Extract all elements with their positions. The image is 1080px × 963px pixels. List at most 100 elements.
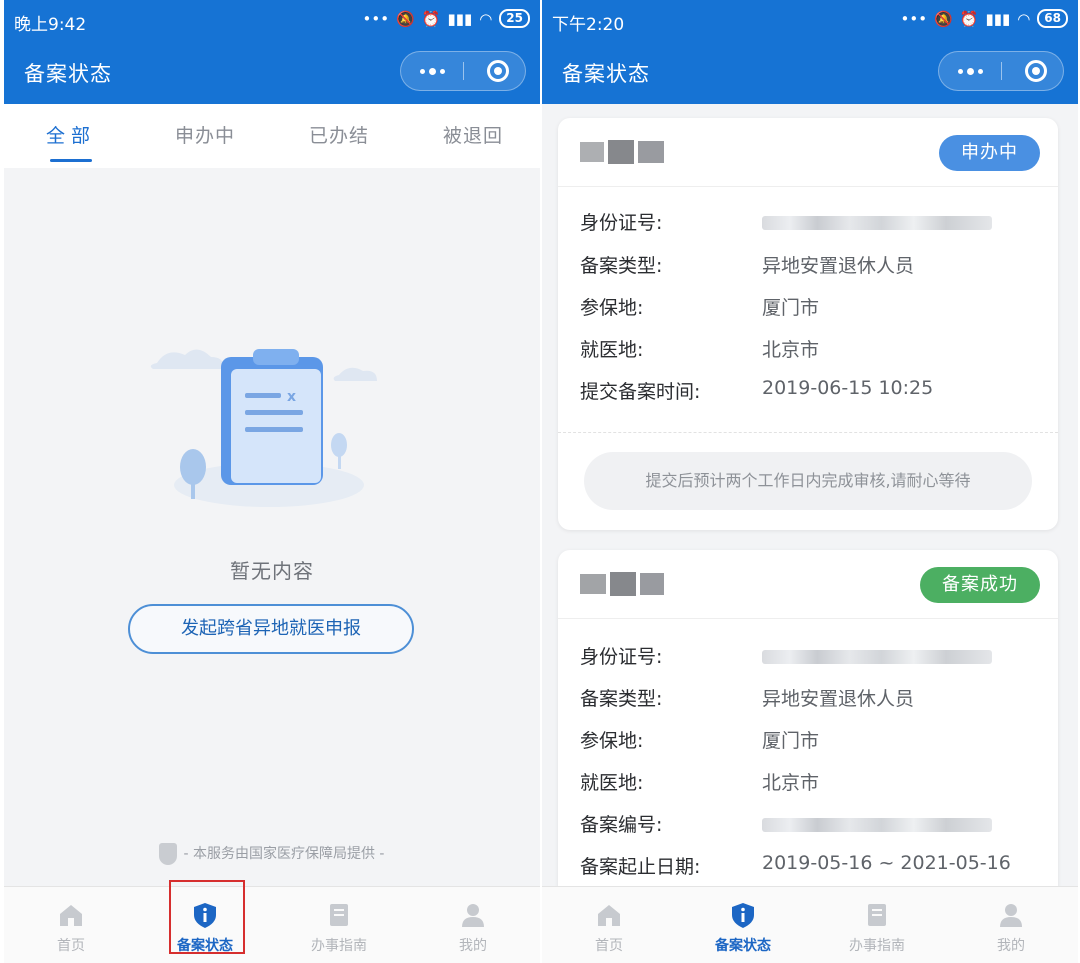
tab-processing[interactable]: 申办中: [138, 104, 272, 168]
highlight-annotation-box: [169, 880, 245, 954]
field-value: 北京市: [762, 339, 820, 361]
blurred-name: [580, 572, 664, 596]
field-value: 2019-06-15 10:25: [762, 377, 934, 399]
card-header: 申办中: [558, 118, 1058, 187]
status-bar: 晚上9:42 ••• 🔕 ⏰ ▮▮▮ ◠ 25: [4, 0, 540, 42]
tab-returned[interactable]: 被退回: [406, 104, 540, 168]
tabbar-item-filing-status[interactable]: 备案状态: [676, 887, 810, 963]
field-label: 提交备案时间:: [580, 381, 701, 403]
status-icons: ••• 🔕 ⏰ ▮▮▮ ◠ 25: [363, 9, 530, 28]
tabbar-item-home[interactable]: 首页: [542, 887, 676, 963]
filing-record-card[interactable]: 申办中 身份证号: 备案类型: 异地安置退休人员 参保地: 厦门市 就医地: 北京市 …: [558, 118, 1058, 530]
blurred-filing-number: [762, 818, 992, 832]
bottom-tab-bar: 首页 备案状态 办事指南 我的: [542, 886, 1078, 963]
battery-icon: 68: [1037, 9, 1068, 28]
field-value: 北京市: [762, 772, 820, 794]
comparison-stage: 晚上9:42 ••• 🔕 ⏰ ▮▮▮ ◠ 25 备案状态 全部 申办中 已办结 …: [0, 0, 1080, 963]
footer-provider-note: - 本服务由国家医疗保障局提供 -: [4, 843, 540, 865]
miniprogram-capsule: [400, 51, 526, 91]
wifi-icon: ◠: [1017, 9, 1031, 28]
battery-icon: 25: [499, 9, 530, 28]
tabbar-item-mine[interactable]: 我的: [944, 887, 1078, 963]
more-dots-icon: •••: [900, 9, 928, 28]
field-label: 备案类型:: [580, 255, 663, 277]
field-value: 2019-05-16 ~ 2021-05-16: [762, 852, 1011, 874]
page-title: 备案状态: [24, 62, 112, 86]
tabbar-label: 我的: [997, 938, 1025, 954]
dot-icon: [957, 68, 963, 74]
home-icon: [60, 905, 82, 926]
more-menu-button[interactable]: [939, 52, 1001, 90]
nav-bar: 备案状态: [542, 42, 1078, 104]
tabbar-item-guide[interactable]: 办事指南: [810, 887, 944, 963]
tabbar-label: 备案状态: [715, 938, 771, 954]
alarm-icon: ⏰: [959, 9, 979, 28]
shield-info-icon: [732, 903, 754, 928]
more-dots-icon: •••: [362, 9, 390, 28]
dot-icon: [966, 67, 974, 75]
tabbar-label: 办事指南: [849, 938, 905, 954]
field-label: 备案起止日期:: [580, 856, 701, 878]
tab-completed[interactable]: 已办结: [272, 104, 406, 168]
field-label: 身份证号:: [580, 646, 663, 668]
field-label: 参保地:: [580, 297, 644, 319]
field-label: 就医地:: [580, 772, 644, 794]
more-menu-button[interactable]: [401, 52, 463, 90]
bottom-tab-bar: 首页 备案状态 办事指南 我的: [4, 886, 540, 963]
review-notice: 提交后预计两个工作日内完成审核,请耐心等待: [584, 452, 1032, 510]
status-time: 晚上9:42: [14, 15, 87, 35]
signal-icon: ▮▮▮: [447, 9, 473, 28]
field-label: 备案编号:: [580, 814, 663, 836]
guide-book-icon: [330, 904, 348, 926]
tabbar-item-mine[interactable]: 我的: [406, 887, 540, 963]
empty-clipboard-illustration: x: [150, 349, 377, 507]
blurred-id-number: [762, 216, 992, 230]
blurred-id-number: [762, 650, 992, 664]
status-icons: ••• 🔕 ⏰ ▮▮▮ ◠ 68: [901, 9, 1068, 28]
field-label: 身份证号:: [580, 212, 663, 234]
status-tabs: 全部 申办中 已办结 被退回: [4, 104, 540, 168]
field-label: 就医地:: [580, 339, 644, 361]
filing-record-card[interactable]: 备案成功 身份证号: 备案类型: 异地安置退休人员 参保地: 厦门市 就医地: 北京市…: [558, 550, 1058, 930]
nav-bar: 备案状态: [4, 42, 540, 104]
dot-icon: [428, 67, 436, 75]
field-label: 备案类型:: [580, 688, 663, 710]
status-badge: 备案成功: [920, 567, 1040, 603]
capsule-divider: [1001, 62, 1002, 80]
dot-icon: [439, 68, 445, 74]
signal-icon: ▮▮▮: [985, 9, 1011, 28]
svg-text:x: x: [287, 389, 296, 405]
tabbar-label: 首页: [595, 938, 623, 954]
wifi-icon: ◠: [479, 9, 493, 28]
mute-icon: 🔕: [934, 9, 953, 28]
status-bar: 下午2:20 ••• 🔕 ⏰ ▮▮▮ ◠ 68: [542, 0, 1078, 42]
close-miniprogram-button[interactable]: [487, 60, 509, 82]
user-icon: [462, 904, 484, 927]
empty-state-text: 暂无内容: [230, 559, 314, 583]
mute-icon: 🔕: [396, 9, 415, 28]
alarm-icon: ⏰: [421, 9, 441, 28]
capsule-divider: [463, 62, 464, 80]
left-phone-screen: 晚上9:42 ••• 🔕 ⏰ ▮▮▮ ◠ 25 备案状态 全部 申办中 已办结 …: [4, 0, 540, 963]
right-phone-screen: 下午2:20 ••• 🔕 ⏰ ▮▮▮ ◠ 68 备案状态 申办中 身份证号: 备…: [542, 0, 1078, 963]
dot-icon: [419, 68, 425, 74]
page-title: 备案状态: [562, 62, 650, 86]
home-icon: [598, 905, 620, 926]
footer-note-text: - 本服务由国家医疗保障局提供 -: [183, 846, 385, 862]
field-label: 参保地:: [580, 730, 644, 752]
start-application-button[interactable]: 发起跨省异地就医申报: [128, 604, 414, 654]
tabbar-label: 办事指南: [311, 938, 367, 954]
tabbar-label: 首页: [57, 938, 85, 954]
tabbar-label: 我的: [459, 938, 487, 954]
field-value: 厦门市: [762, 297, 820, 319]
dashed-divider: [558, 432, 1058, 433]
close-miniprogram-button[interactable]: [1025, 60, 1047, 82]
tabbar-item-home[interactable]: 首页: [4, 887, 138, 963]
tabbar-item-guide[interactable]: 办事指南: [272, 887, 406, 963]
field-value: 厦门市: [762, 730, 820, 752]
field-value: 异地安置退休人员: [762, 688, 915, 710]
tab-all[interactable]: 全部: [4, 104, 138, 168]
blurred-name: [580, 140, 664, 164]
dot-icon: [977, 68, 983, 74]
user-icon: [1000, 904, 1022, 927]
